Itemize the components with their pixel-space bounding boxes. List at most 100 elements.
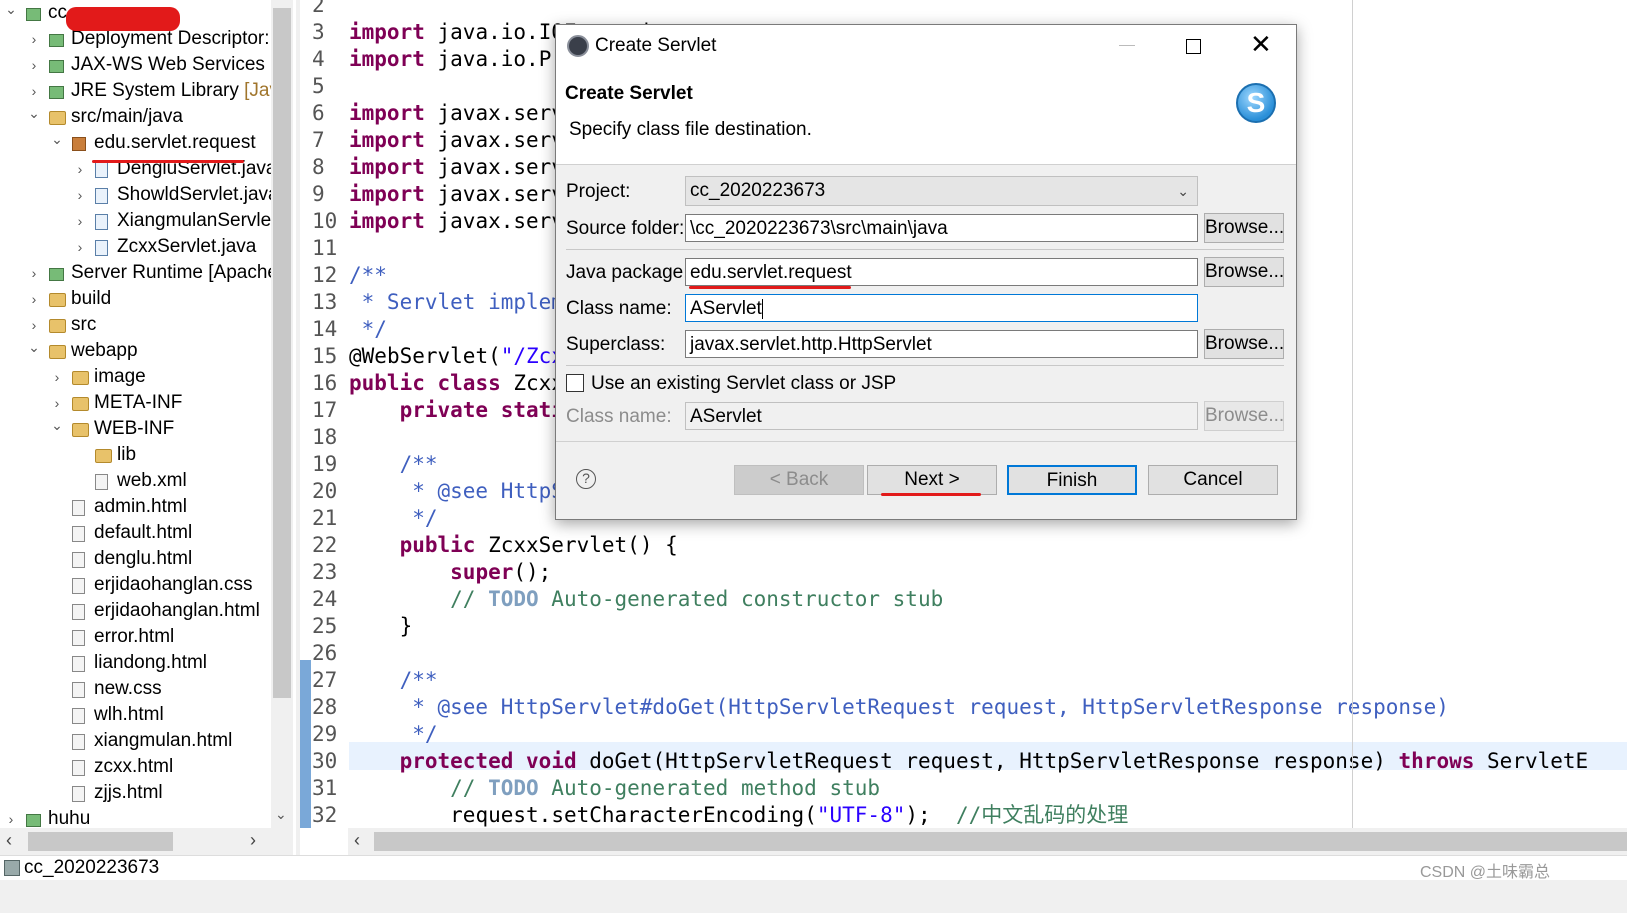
explorer-scroll-thumb[interactable] <box>273 8 291 698</box>
tree-item[interactable]: › JAX-WS Web Services <box>0 52 271 78</box>
existing-class-browse-button[interactable]: Browse... <box>1204 401 1284 431</box>
back-button[interactable]: < Back <box>734 465 864 495</box>
file-icon <box>72 551 85 568</box>
package-underline <box>92 160 244 163</box>
java-package-input[interactable]: edu.servlet.request <box>685 258 1198 286</box>
tree-item[interactable]: erjidaohanglan.css <box>0 572 271 598</box>
collapse-chevron-icon[interactable]: › <box>27 52 41 78</box>
class-name-input[interactable]: AServlet <box>685 294 1198 322</box>
editor-hscroll-thumb[interactable] <box>374 832 1627 851</box>
superclass-input[interactable]: javax.servlet.http.HttpServlet <box>685 330 1198 358</box>
line-number: 11 <box>312 236 338 260</box>
tree-item[interactable]: new.css <box>0 676 271 702</box>
project-icon <box>26 813 41 827</box>
collapse-chevron-icon[interactable]: › <box>27 260 41 286</box>
collapse-chevron-icon[interactable]: › <box>73 234 87 260</box>
expand-chevron-icon[interactable]: ⌄ <box>27 334 41 360</box>
help-icon[interactable]: ? <box>576 469 596 489</box>
separator <box>566 249 1284 250</box>
collapse-chevron-icon[interactable]: › <box>27 286 41 312</box>
tree-item[interactable]: wlh.html <box>0 702 271 728</box>
collapse-chevron-icon[interactable]: › <box>73 182 87 208</box>
line-number: 26 <box>312 641 338 665</box>
source-folder-input[interactable]: \cc_2020223673\src\main\java <box>685 214 1198 242</box>
xml-file-icon <box>95 473 108 490</box>
tree-item[interactable]: web.xml <box>0 468 271 494</box>
dialog-titlebar[interactable]: Create Servlet ✕ <box>556 25 1296 67</box>
tree-item[interactable]: ⌄ webapp <box>0 338 271 364</box>
pane-divider[interactable] <box>296 0 300 855</box>
line-number: 31 <box>312 776 338 800</box>
minimize-icon[interactable] <box>1119 45 1135 46</box>
web-services-icon <box>49 59 64 73</box>
tree-item[interactable]: › ZcxxServlet.java <box>0 234 271 260</box>
expand-chevron-icon[interactable]: ⌄ <box>50 126 64 152</box>
tree-item[interactable]: › Server Runtime [Apache <box>0 260 278 286</box>
tree-item[interactable]: xiangmulan.html <box>0 728 271 754</box>
java-package-browse-button[interactable]: Browse... <box>1204 257 1284 287</box>
tree-item-label: ShowldServlet.java <box>117 183 279 205</box>
finish-button[interactable]: Finish <box>1007 465 1137 495</box>
expand-chevron-icon[interactable]: ⌄ <box>27 100 41 126</box>
tree-item-label: xiangmulan.html <box>94 729 233 751</box>
tree-item[interactable]: › build <box>0 286 271 312</box>
scroll-left-icon[interactable]: ‹ <box>6 830 12 851</box>
text-cursor <box>761 298 763 319</box>
maximize-icon[interactable] <box>1186 39 1201 54</box>
tree-item-label: ZcxxServlet.java <box>117 235 257 257</box>
class-name-label: Class name: <box>566 298 672 319</box>
tree-item[interactable]: ⌄ edu.servlet.request <box>0 130 271 156</box>
collapse-chevron-icon[interactable]: › <box>27 26 41 52</box>
scroll-down-icon[interactable]: ⌄ <box>275 806 287 823</box>
existing-class-input[interactable]: AServlet <box>685 402 1198 430</box>
explorer-vertical-scrollbar[interactable]: ⌄ <box>271 0 293 828</box>
source-folder-browse-button[interactable]: Browse... <box>1204 213 1284 243</box>
tree-item[interactable]: › image <box>0 364 271 390</box>
next-button[interactable]: Next > <box>867 465 997 495</box>
tree-item[interactable]: default.html <box>0 520 271 546</box>
tree-item-label: webapp <box>71 339 138 361</box>
java-file-icon <box>95 187 108 204</box>
tree-item[interactable]: ⌄ WEB-INF <box>0 416 271 442</box>
tree-item-label: src <box>71 313 97 335</box>
tree-item-label: admin.html <box>94 495 187 517</box>
tree-item[interactable]: denglu.html <box>0 546 271 572</box>
collapse-chevron-icon[interactable]: › <box>73 156 87 182</box>
tree-item[interactable]: liandong.html <box>0 650 271 676</box>
editor-horizontal-scrollbar[interactable]: ‹ <box>348 828 1627 855</box>
cancel-button[interactable]: Cancel <box>1148 465 1278 495</box>
project-value: cc_2020223673 <box>690 180 826 201</box>
scroll-left-icon[interactable]: ‹ <box>354 830 360 851</box>
scroll-right-icon[interactable]: › <box>250 830 256 851</box>
use-existing-checkbox[interactable] <box>566 374 584 392</box>
tree-item[interactable]: zjjs.html <box>0 780 271 806</box>
collapse-chevron-icon[interactable]: › <box>73 208 87 234</box>
tree-item[interactable]: admin.html <box>0 494 271 520</box>
close-icon[interactable]: ✕ <box>1250 31 1272 57</box>
explorer-hscroll-thumb[interactable] <box>28 832 173 851</box>
tree-item[interactable]: zcxx.html <box>0 754 271 780</box>
folder-icon <box>72 370 89 385</box>
code-line: // TODO Auto-generated method stub <box>349 776 881 800</box>
tree-item[interactable]: › META-INF <box>0 390 271 416</box>
tree-item[interactable]: lib <box>0 442 271 468</box>
banner-title: Create Servlet <box>565 83 693 104</box>
file-icon <box>72 499 85 516</box>
tree-item[interactable]: ⌄ src/main/java <box>0 104 271 130</box>
tree-item[interactable]: error.html <box>0 624 271 650</box>
expand-chevron-icon[interactable]: ⌄ <box>50 412 64 438</box>
tree-item-label: wlh.html <box>94 703 164 725</box>
tree-item[interactable]: erjidaohanglan.html <box>0 598 271 624</box>
tree-item-label: XiangmulanServlet <box>117 209 277 231</box>
project-select[interactable]: cc_2020223673 ⌄ <box>685 176 1198 206</box>
collapse-chevron-icon[interactable]: › <box>50 364 64 390</box>
tree-item[interactable]: › ShowldServlet.java <box>0 182 279 208</box>
expand-chevron-icon[interactable]: ⌄ <box>4 0 18 22</box>
tree-item[interactable]: › XiangmulanServlet <box>0 208 277 234</box>
code-line: request.setCharacterEncoding("UTF-8"); /… <box>450 803 1129 827</box>
line-number: 18 <box>312 425 338 449</box>
explorer-horizontal-scrollbar[interactable]: ‹ › <box>0 828 293 855</box>
tree-item-label: lib <box>117 443 137 465</box>
superclass-browse-button[interactable]: Browse... <box>1204 329 1284 359</box>
line-number: 21 <box>312 506 338 530</box>
